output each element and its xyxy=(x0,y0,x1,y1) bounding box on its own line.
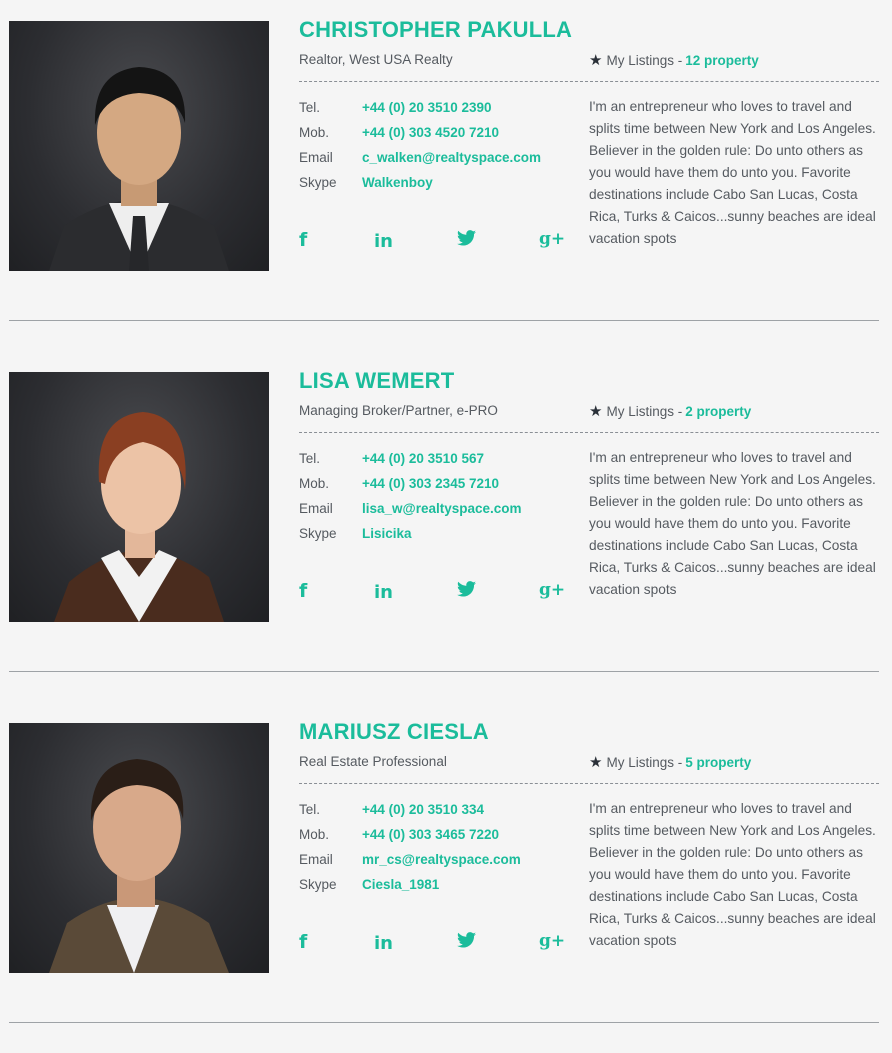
star-icon: ★ xyxy=(589,403,603,420)
contact-details: Tel. +44 (0) 20 3510 2390 Mob. +44 (0) 303… xyxy=(299,100,541,200)
agent-card: LISA WEMERT Managing Broker/Partner, e-P… xyxy=(0,351,892,702)
contact-details: Tel. +44 (0) 20 3510 567 Mob. +44 (0) 303 … xyxy=(299,451,522,551)
skype-label: Skype xyxy=(299,175,337,190)
social-links: f in g+ xyxy=(297,229,567,253)
tel-value[interactable]: +44 (0) 20 3510 334 xyxy=(362,802,484,817)
tel-label: Tel. xyxy=(299,802,321,817)
contact-row-email: Email mr_cs@realtyspace.com xyxy=(299,852,521,877)
contact-row-mob: Mob. +44 (0) 303 4520 7210 xyxy=(299,125,541,150)
mob-label: Mob. xyxy=(299,125,330,140)
skype-label: Skype xyxy=(299,526,337,541)
google-plus-icon[interactable]: g+ xyxy=(539,931,565,951)
card-separator xyxy=(9,1022,879,1023)
contact-row-mob: Mob. +44 (0) 303 2345 7210 xyxy=(299,476,522,501)
email-label: Email xyxy=(299,501,333,516)
skype-value[interactable]: Ciesla_1981 xyxy=(362,877,439,892)
agent-bio: I'm an entrepreneur who loves to travel … xyxy=(589,801,876,948)
tel-value[interactable]: +44 (0) 20 3510 2390 xyxy=(362,100,491,115)
mob-label: Mob. xyxy=(299,476,330,491)
listings-count[interactable]: 2 property xyxy=(685,404,751,419)
agent-name[interactable]: CHRISTOPHER PAKULLA xyxy=(299,17,572,43)
agent-role: Realtor, West USA Realty xyxy=(299,52,453,67)
tel-label: Tel. xyxy=(299,451,321,466)
google-plus-icon[interactable]: g+ xyxy=(539,229,565,249)
linkedin-icon[interactable]: in xyxy=(374,933,393,954)
contact-row-skype: Skype Lisicika xyxy=(299,526,522,551)
twitter-icon[interactable] xyxy=(457,230,476,251)
twitter-icon[interactable] xyxy=(457,932,476,953)
email-value[interactable]: mr_cs@realtyspace.com xyxy=(362,852,521,867)
contact-row-tel: Tel. +44 (0) 20 3510 334 xyxy=(299,802,521,827)
contact-row-skype: Skype Ciesla_1981 xyxy=(299,877,521,902)
my-listings-link[interactable]: ★ My Listings -5 property xyxy=(589,753,751,771)
agent-portrait-image xyxy=(49,67,229,271)
dashed-divider xyxy=(299,432,879,433)
social-links: f in g+ xyxy=(297,580,567,604)
social-links: f in g+ xyxy=(297,931,567,955)
my-listings-link[interactable]: ★ My Listings -2 property xyxy=(589,402,751,420)
my-listings-link[interactable]: ★ My Listings -12 property xyxy=(589,51,759,69)
agent-portrait-image xyxy=(54,412,224,622)
skype-label: Skype xyxy=(299,877,337,892)
contact-row-tel: Tel. +44 (0) 20 3510 567 xyxy=(299,451,522,476)
email-value[interactable]: lisa_w@realtyspace.com xyxy=(362,501,522,516)
facebook-icon[interactable]: f xyxy=(299,580,307,602)
twitter-icon[interactable] xyxy=(457,581,476,602)
star-icon: ★ xyxy=(589,52,603,69)
agent-name[interactable]: MARIUSZ CIESLA xyxy=(299,719,489,745)
email-label: Email xyxy=(299,150,333,165)
skype-value[interactable]: Walkenboy xyxy=(362,175,433,190)
mob-value[interactable]: +44 (0) 303 4520 7210 xyxy=(362,125,499,140)
listings-label: My Listings - xyxy=(606,404,683,419)
agent-photo[interactable] xyxy=(9,372,269,622)
contact-row-email: Email c_walken@realtyspace.com xyxy=(299,150,541,175)
agent-role: Managing Broker/Partner, e-PRO xyxy=(299,403,498,418)
card-separator xyxy=(9,671,879,672)
listings-label: My Listings - xyxy=(606,755,683,770)
listings-count[interactable]: 12 property xyxy=(685,53,759,68)
contact-row-skype: Skype Walkenboy xyxy=(299,175,541,200)
agent-portrait-image xyxy=(49,759,229,973)
agent-card: CHRISTOPHER PAKULLA Realtor, West USA Re… xyxy=(0,0,892,351)
mob-value[interactable]: +44 (0) 303 3465 7220 xyxy=(362,827,499,842)
agent-name[interactable]: LISA WEMERT xyxy=(299,368,454,394)
listings-label: My Listings - xyxy=(606,53,683,68)
mob-value[interactable]: +44 (0) 303 2345 7210 xyxy=(362,476,499,491)
listings-count[interactable]: 5 property xyxy=(685,755,751,770)
tel-value[interactable]: +44 (0) 20 3510 567 xyxy=(362,451,484,466)
contact-row-tel: Tel. +44 (0) 20 3510 2390 xyxy=(299,100,541,125)
tel-label: Tel. xyxy=(299,100,321,115)
contact-row-email: Email lisa_w@realtyspace.com xyxy=(299,501,522,526)
agent-bio: I'm an entrepreneur who loves to travel … xyxy=(589,99,876,246)
email-label: Email xyxy=(299,852,333,867)
dashed-divider xyxy=(299,783,879,784)
agent-card: MARIUSZ CIESLA Real Estate Professional … xyxy=(0,702,892,1053)
facebook-icon[interactable]: f xyxy=(299,229,307,251)
star-icon: ★ xyxy=(589,754,603,771)
agent-photo[interactable] xyxy=(9,723,269,973)
google-plus-icon[interactable]: g+ xyxy=(539,580,565,600)
contact-row-mob: Mob. +44 (0) 303 3465 7220 xyxy=(299,827,521,852)
agent-role: Real Estate Professional xyxy=(299,754,447,769)
skype-value[interactable]: Lisicika xyxy=(362,526,412,541)
agent-bio: I'm an entrepreneur who loves to travel … xyxy=(589,450,876,597)
facebook-icon[interactable]: f xyxy=(299,931,307,953)
email-value[interactable]: c_walken@realtyspace.com xyxy=(362,150,541,165)
mob-label: Mob. xyxy=(299,827,330,842)
contact-details: Tel. +44 (0) 20 3510 334 Mob. +44 (0) 303 … xyxy=(299,802,521,902)
agent-list: CHRISTOPHER PAKULLA Realtor, West USA Re… xyxy=(0,0,892,1053)
card-separator xyxy=(9,320,879,321)
dashed-divider xyxy=(299,81,879,82)
linkedin-icon[interactable]: in xyxy=(374,582,393,603)
linkedin-icon[interactable]: in xyxy=(374,231,393,252)
agent-photo[interactable] xyxy=(9,21,269,271)
